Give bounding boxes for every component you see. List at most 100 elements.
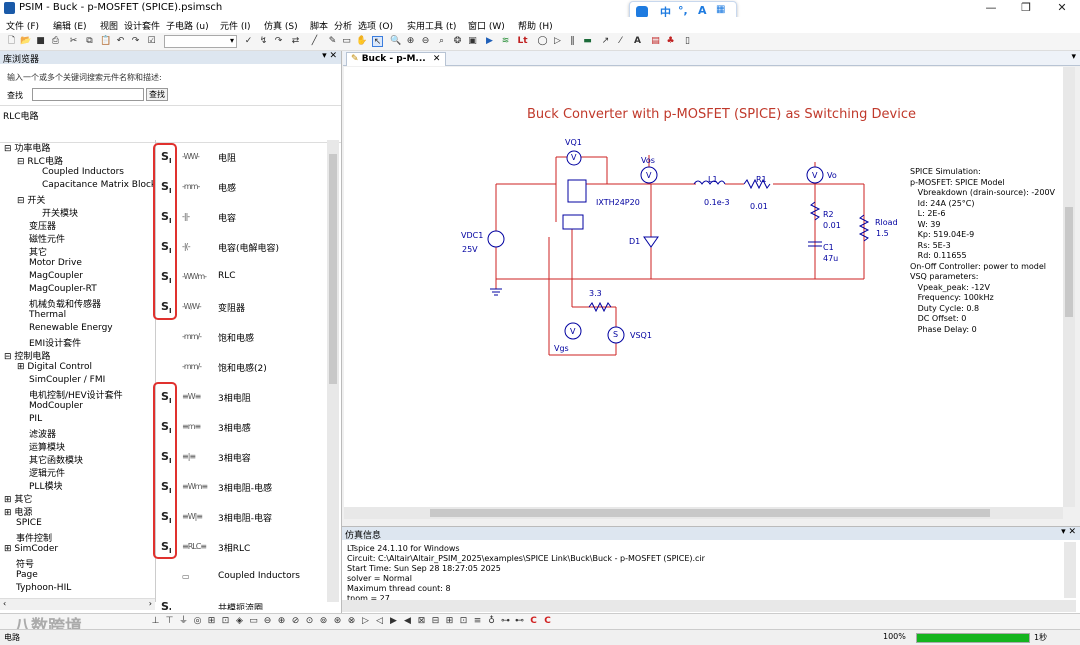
component-label[interactable]: 3相电阻-电容 (218, 511, 272, 524)
search-result-item[interactable]: RLC电路 (3, 109, 39, 122)
zoom-fit-icon[interactable]: ⌕ (436, 36, 447, 47)
element-tool-icon[interactable]: ⊶ (500, 616, 511, 627)
component-label[interactable]: 电阻 (218, 151, 236, 164)
element-tool-icon[interactable]: ♁ (486, 616, 497, 627)
help-icon[interactable]: ▯ (682, 36, 693, 47)
menu-options[interactable]: 选项 (O) (358, 19, 393, 32)
tab-close-icon[interactable]: ✕ (433, 54, 441, 64)
component-label[interactable]: 3相电容 (218, 451, 251, 464)
element-tool-icon[interactable]: ▶ (388, 616, 399, 627)
copy-icon[interactable]: ⧉ (84, 36, 95, 47)
rotate-icon[interactable]: ✓ (243, 36, 254, 47)
menu-window[interactable]: 窗口 (W) (468, 19, 505, 32)
cut-icon[interactable]: ✂ (68, 36, 79, 47)
ime-grid-icon[interactable]: ▦ (716, 4, 725, 15)
font-icon[interactable]: A (632, 36, 643, 47)
component-symbol-icon[interactable]: ≡m≡ (182, 422, 201, 431)
element-tool-icon[interactable]: ▷ (360, 616, 371, 627)
element-tool-icon[interactable]: ⊕ (276, 616, 287, 627)
element-tool-icon[interactable]: ⊟ (430, 616, 441, 627)
print-icon[interactable]: ⎙ (50, 36, 61, 47)
element-tool-icon[interactable]: ◁ (374, 616, 385, 627)
probe-icon[interactable]: ↗ (600, 36, 611, 47)
mirror-icon[interactable]: ⇄ (290, 36, 301, 47)
element-tool-icon[interactable]: ⊡ (220, 616, 231, 627)
ltspice-icon[interactable]: Lt (517, 36, 528, 47)
toolbar-combo[interactable]: ▾ (164, 35, 237, 48)
component-symbol-icon[interactable]: ≡W|≡ (182, 512, 203, 521)
simview-icon[interactable]: ≋ (500, 36, 511, 47)
parameter-icon[interactable]: ▤ (650, 36, 661, 47)
component-label[interactable]: Coupled Inductors (218, 571, 300, 581)
pan-icon[interactable]: ✋ (356, 36, 367, 47)
schematic-canvas[interactable]: Buck Converter with p-MOSFET (SPICE) as … (344, 67, 1063, 507)
component-symbol-icon[interactable]: ▭ (182, 572, 190, 581)
maximize-button[interactable]: ❐ (1008, 0, 1044, 17)
save-icon[interactable]: ■ (35, 36, 46, 47)
canvas-vscrollbar[interactable] (1063, 67, 1075, 507)
component-symbol-icon[interactable]: -WWm- (182, 272, 207, 281)
element-tool-icon[interactable]: C (528, 616, 539, 627)
element-tool-icon[interactable]: ◀ (402, 616, 413, 627)
element-tool-icon[interactable]: ◈ (234, 616, 245, 627)
pencil-icon[interactable]: ✎ (327, 36, 338, 47)
element-tool-icon[interactable]: ◎ (192, 616, 203, 627)
menu-simulate[interactable]: 仿真 (S) (264, 19, 298, 32)
select-arrow-icon[interactable]: ↖ (372, 36, 383, 47)
component-symbol-icon[interactable]: -|(- (182, 242, 191, 251)
component-scrollbar[interactable] (327, 140, 339, 602)
menu-file[interactable]: 文件 (F) (6, 19, 39, 32)
library-icon[interactable]: ♣ (665, 36, 676, 47)
element-tool-icon[interactable]: ⊷ (514, 616, 525, 627)
element-tool-icon[interactable]: ⊗ (346, 616, 357, 627)
element-tool-icon[interactable]: ⊞ (206, 616, 217, 627)
component-symbol-icon[interactable]: -mm/- (182, 362, 202, 371)
simlog-hscrollbar[interactable] (342, 600, 1076, 612)
canvas-hscrollbar[interactable] (344, 507, 1063, 519)
component-label[interactable]: 饱和电感(2) (218, 361, 267, 374)
simlog-pin-close-icon[interactable]: ▾ ✕ (1061, 527, 1076, 537)
element-tool-icon[interactable]: ⊠ (416, 616, 427, 627)
canvas-vscroll-thumb[interactable] (1065, 207, 1073, 317)
menu-help[interactable]: 帮助 (H) (518, 19, 553, 32)
tab-buck-schematic[interactable]: ✎ Buck - p-M... ✕ (346, 52, 446, 66)
menu-subcircuit[interactable]: 子电路 (u) (166, 19, 209, 32)
component-label[interactable]: 电容(电解电容) (218, 241, 279, 254)
element-icon[interactable]: ❂ (452, 36, 463, 47)
component-scroll-thumb[interactable] (329, 154, 337, 384)
component-label[interactable]: 电容 (218, 211, 236, 224)
zoom-in-icon[interactable]: ⊕ (405, 36, 416, 47)
label-icon[interactable]: ▭ (341, 36, 352, 47)
component-symbol-icon[interactable]: ≡W≡ (182, 392, 201, 401)
paste-icon[interactable]: 📋 (100, 36, 111, 47)
component-symbol-icon[interactable]: -||- (182, 212, 190, 221)
component-label[interactable]: RLC (218, 271, 236, 281)
open-folder-icon[interactable]: 📂 (20, 36, 31, 47)
canvas-hscroll-thumb[interactable] (430, 509, 990, 517)
component-label[interactable]: 3相RLC (218, 541, 250, 554)
element-tool-icon[interactable]: ⊤ (164, 616, 175, 627)
element-tool-icon[interactable]: ▭ (248, 616, 259, 627)
component-label[interactable]: 变阻器 (218, 301, 245, 314)
element-tool-icon[interactable]: ⊚ (318, 616, 329, 627)
search-input[interactable] (32, 88, 144, 101)
component-label[interactable]: 共模扼流圈 (218, 601, 263, 610)
element-tool-icon[interactable]: ⏚ (178, 616, 189, 627)
component-label[interactable]: 3相电阻-电感 (218, 481, 272, 494)
component-symbol-icon[interactable]: -W/W- (182, 302, 202, 311)
run-simulation-icon[interactable]: ▶ (484, 36, 495, 47)
component-symbol-icon[interactable]: ≡|≡ (182, 452, 196, 461)
zoom-out-icon[interactable]: ⊖ (420, 36, 431, 47)
element-tool-icon[interactable]: ⊡ (458, 616, 469, 627)
component-symbol-icon[interactable]: -mm- (182, 182, 200, 191)
stop-icon[interactable]: ◯ (537, 36, 548, 47)
element-tool-icon[interactable]: ⊙ (304, 616, 315, 627)
component-label[interactable]: 电感 (218, 181, 236, 194)
component-label[interactable]: 饱和电感 (218, 331, 254, 344)
undo-icon[interactable]: ↶ (115, 36, 126, 47)
check-circuit-icon[interactable]: ☑ (146, 36, 157, 47)
menu-utilities[interactable]: 实用工具 (t) (407, 19, 456, 32)
menu-script[interactable]: 脚本 (310, 19, 328, 32)
zoom-icon[interactable]: 🔍 (390, 36, 401, 47)
pin-close-icon[interactable]: ▾ ✕ (322, 51, 337, 61)
